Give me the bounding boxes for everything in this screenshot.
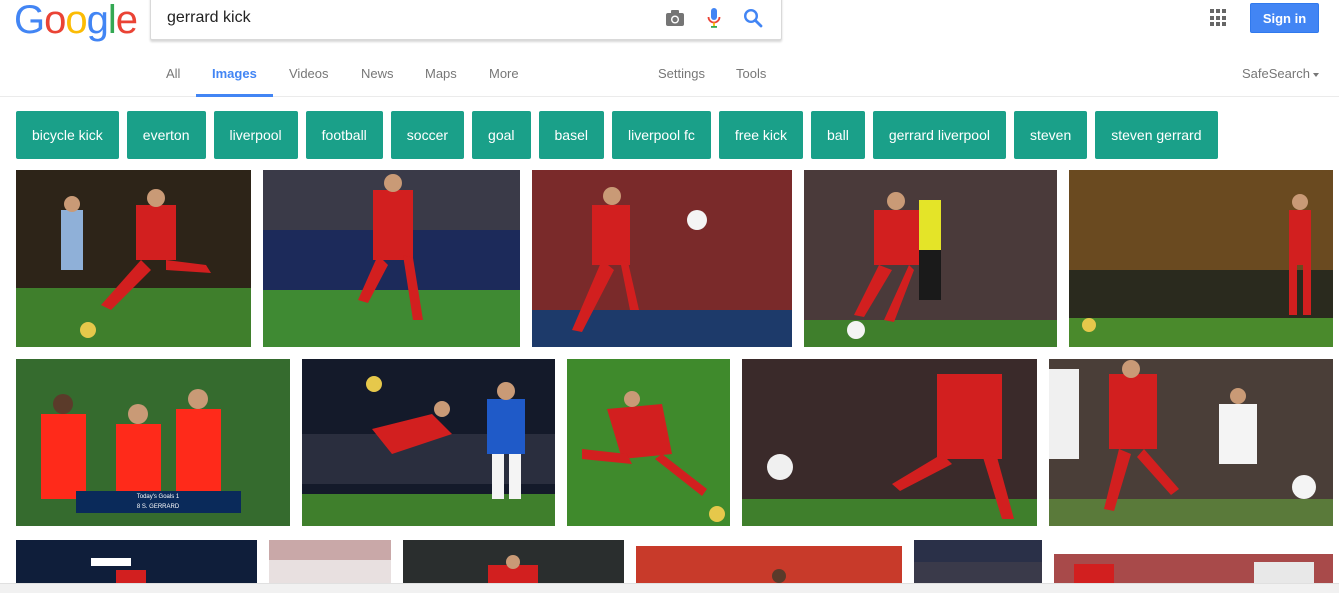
tab-maps[interactable]: Maps: [425, 66, 457, 81]
active-tab-indicator: [196, 94, 273, 97]
tab-settings[interactable]: Settings: [658, 66, 705, 81]
search-input[interactable]: [167, 7, 647, 29]
image-result[interactable]: [403, 540, 624, 583]
image-result[interactable]: [269, 540, 391, 583]
chip-goal[interactable]: goal: [472, 111, 531, 159]
tab-tools[interactable]: Tools: [736, 66, 766, 81]
chip-liverpool-fc[interactable]: liverpool fc: [611, 111, 711, 159]
goals-overlay-title: Today's Goals 1: [137, 494, 180, 500]
image-result[interactable]: [1054, 554, 1333, 583]
chip-free-kick[interactable]: free kick: [718, 111, 804, 159]
safesearch-menu[interactable]: SafeSearch: [1242, 66, 1319, 81]
apps-grid-icon[interactable]: [1210, 9, 1228, 27]
chip-basel[interactable]: basel: [538, 111, 604, 159]
image-result[interactable]: Today's Goals 1 8 S. GERRARD: [16, 359, 290, 526]
tab-more[interactable]: More: [489, 66, 519, 81]
tab-news[interactable]: News: [361, 66, 394, 81]
logo-letter: o: [65, 0, 87, 42]
chip-football[interactable]: football: [305, 111, 383, 159]
sign-in-button[interactable]: Sign in: [1250, 3, 1319, 33]
chip-everton[interactable]: everton: [126, 111, 206, 159]
image-result[interactable]: [302, 359, 555, 526]
related-search-chips: bicycle kick everton liverpool football …: [16, 111, 1218, 159]
chip-gerrard-liverpool[interactable]: gerrard liverpool: [872, 111, 1006, 159]
image-result[interactable]: [1049, 359, 1333, 526]
microphone-icon[interactable]: [702, 6, 726, 30]
image-result[interactable]: [804, 170, 1057, 347]
image-result[interactable]: [742, 359, 1037, 526]
safesearch-label: SafeSearch: [1242, 66, 1310, 81]
search-box: [150, 0, 782, 40]
image-result[interactable]: [1069, 170, 1333, 347]
caret-down-icon: [1312, 72, 1319, 77]
google-logo[interactable]: Google: [14, 0, 138, 42]
camera-icon[interactable]: [663, 6, 687, 30]
logo-letter: G: [14, 0, 45, 42]
logo-letter: o: [44, 0, 66, 42]
image-result[interactable]: [636, 546, 902, 583]
image-result[interactable]: [914, 540, 1042, 583]
image-result[interactable]: [263, 170, 520, 347]
bottom-scroll-bar: [0, 583, 1339, 593]
image-result[interactable]: [532, 170, 792, 347]
logo-letter: g: [86, 0, 109, 42]
chip-steven-gerrard[interactable]: steven gerrard: [1095, 111, 1218, 159]
goals-overlay-player: 8 S. GERRARD: [137, 504, 180, 510]
logo-letter: l: [107, 0, 117, 42]
tab-videos[interactable]: Videos: [289, 66, 329, 81]
image-result[interactable]: [16, 540, 257, 583]
chip-steven[interactable]: steven: [1013, 111, 1088, 159]
chip-ball[interactable]: ball: [811, 111, 865, 159]
chip-bicycle-kick[interactable]: bicycle kick: [16, 111, 119, 159]
chip-soccer[interactable]: soccer: [390, 111, 465, 159]
tab-all[interactable]: All: [166, 66, 180, 81]
tab-images[interactable]: Images: [212, 66, 257, 81]
logo-letter: e: [115, 0, 138, 42]
chip-liverpool[interactable]: liverpool: [213, 111, 298, 159]
image-result[interactable]: [16, 170, 251, 347]
image-result[interactable]: [567, 359, 730, 526]
search-icon[interactable]: [741, 6, 765, 30]
